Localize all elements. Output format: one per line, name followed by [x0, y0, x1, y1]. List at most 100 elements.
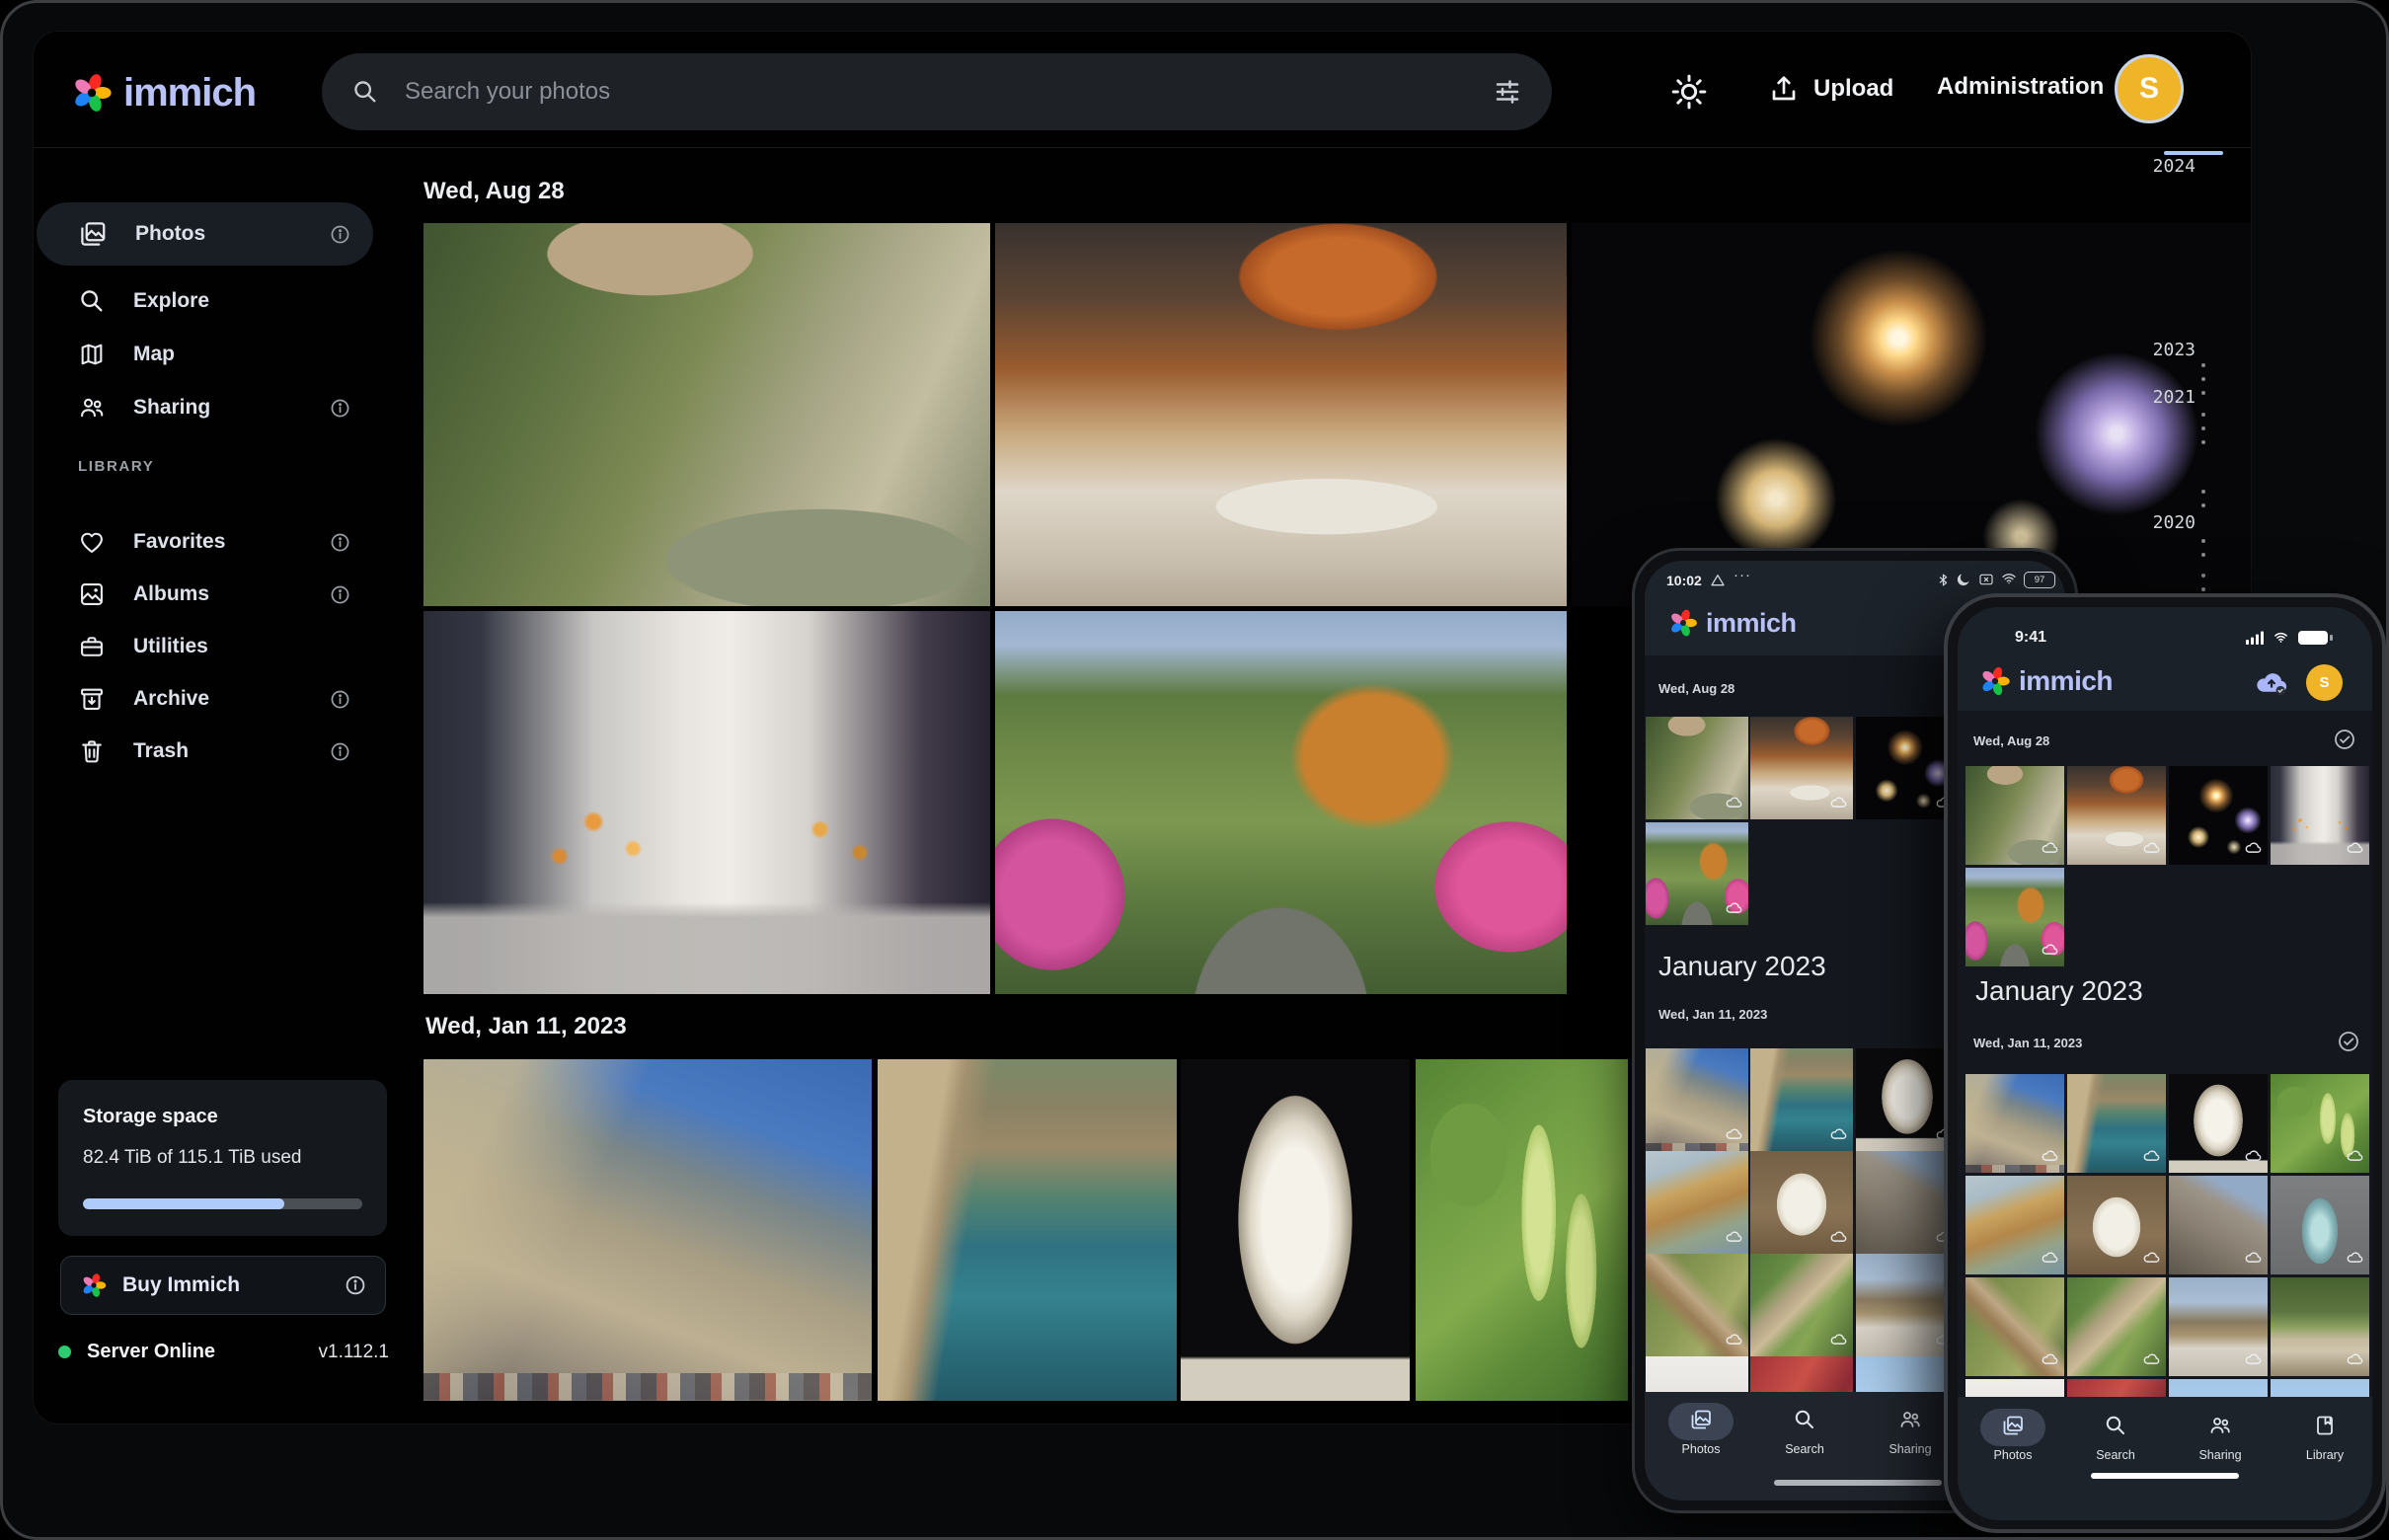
thumb-fortress[interactable]: [1965, 1074, 2064, 1173]
theme-sun-icon[interactable]: [1669, 72, 1709, 112]
thumb-lizard[interactable]: [1965, 1277, 2064, 1376]
thumb-ruin-wall[interactable]: [2169, 1176, 2268, 1274]
timeline-year[interactable]: 2020: [2134, 512, 2196, 533]
photo-marble-bust[interactable]: [1181, 1059, 1410, 1401]
nav-tab-sharing[interactable]: Sharing: [1868, 1408, 1953, 1456]
nav-tab-search[interactable]: Search: [2073, 1414, 2158, 1462]
sidebar-item-photos[interactable]: Photos: [37, 202, 373, 266]
thumb-autumn-path[interactable]: [1646, 822, 1748, 925]
thumb-coastal-town[interactable]: [1750, 1048, 1853, 1151]
thumb-lizard[interactable]: [1750, 1254, 1853, 1356]
sidebar-item-utilities[interactable]: Utilities: [37, 620, 373, 673]
thumb-lizard[interactable]: [1646, 1254, 1748, 1356]
timeline-tick: [2201, 574, 2205, 578]
archive-icon: [78, 685, 106, 713]
sidebar-item-archive[interactable]: Archive: [37, 672, 373, 726]
thumb-coastal-town[interactable]: [2067, 1074, 2166, 1173]
sidebar-item-label: Albums: [133, 582, 329, 606]
sidebar-item-explore[interactable]: Explore: [37, 274, 373, 328]
info-icon[interactable]: [344, 1273, 367, 1297]
photo-fortress-walls[interactable]: [424, 1059, 872, 1401]
user-avatar[interactable]: S: [2115, 54, 2184, 123]
wifi-icon: [2000, 571, 2018, 586]
info-icon[interactable]: [329, 740, 351, 763]
storage-card: Storage space 82.4 TiB of 115.1 TiB used: [58, 1080, 387, 1236]
thumb-ornament[interactable]: [2271, 1176, 2369, 1274]
photo-zoo-monkeys[interactable]: [424, 223, 990, 606]
photo-dinner-table[interactable]: [995, 223, 1567, 606]
home-indicator[interactable]: [1774, 1480, 1942, 1486]
phone1-date-header: Wed, Aug 28: [1658, 681, 1734, 696]
nav-tab-sharing[interactable]: Sharing: [2178, 1414, 2263, 1462]
timeline-scrubber-thumb[interactable]: [2164, 151, 2223, 155]
nav-tab-photos[interactable]: Photos: [1658, 1408, 1743, 1456]
sidebar-item-favorites[interactable]: Favorites: [37, 515, 373, 569]
sidebar-item-label: Explore: [133, 289, 351, 313]
photo-green-berries[interactable]: [1416, 1059, 1628, 1401]
sidebar-item-albums[interactable]: Albums: [37, 568, 373, 621]
sidebar-item-trash[interactable]: Trash: [37, 725, 373, 778]
user-avatar[interactable]: S: [2306, 664, 2343, 701]
info-icon[interactable]: [329, 583, 351, 606]
storage-title: Storage space: [83, 1106, 218, 1128]
sidebar-item-map[interactable]: Map: [37, 328, 373, 381]
thumb-dinner-table[interactable]: [1750, 717, 1853, 819]
thumb-fireworks[interactable]: [2169, 766, 2268, 865]
thumb-marble-bust[interactable]: [2169, 1074, 2268, 1173]
thumb-marble-sculpture[interactable]: [1750, 1151, 1853, 1254]
select-check-icon[interactable]: [2333, 728, 2356, 756]
photo-coastal-town[interactable]: [878, 1059, 1177, 1401]
buy-immich-button[interactable]: Buy Immich: [60, 1256, 386, 1315]
cloud-icon: [2245, 1352, 2262, 1370]
photo-holding-hands[interactable]: [424, 611, 990, 994]
cloud-icon: [2143, 1352, 2160, 1370]
timeline-year[interactable]: 2024: [2134, 156, 2196, 177]
info-icon[interactable]: [329, 223, 351, 246]
search-input[interactable]: Search your photos: [322, 53, 1552, 130]
photo-autumn-path[interactable]: [995, 611, 1567, 994]
cloud-icon: [1830, 1230, 1847, 1248]
thumb-lizard[interactable]: [2067, 1277, 2166, 1376]
info-icon[interactable]: [329, 688, 351, 711]
thumb-autumn-path[interactable]: [1965, 868, 2064, 966]
thumb-zoo-monkeys[interactable]: [1965, 766, 2064, 865]
thumb-zoo-monkeys[interactable]: [1646, 717, 1748, 819]
app-logo[interactable]: immich: [68, 69, 256, 116]
thumb-beach-cliff[interactable]: [1646, 1151, 1748, 1254]
thumb-green-berries[interactable]: [2271, 1074, 2369, 1173]
photos-icon: [2001, 1414, 2025, 1437]
thumb-dinner-table[interactable]: [2067, 766, 2166, 865]
thumb-chalet[interactable]: [2271, 1277, 2369, 1376]
home-indicator[interactable]: [2091, 1473, 2239, 1479]
wifi-icon: [2272, 630, 2290, 645]
timeline-year[interactable]: 2023: [2134, 340, 2196, 360]
nav-tab-library[interactable]: Library: [2282, 1414, 2367, 1462]
thumb-marble-sculpture[interactable]: [2067, 1176, 2166, 1274]
cloud-icon: [2347, 1352, 2363, 1370]
cloud-icon: [2245, 1251, 2262, 1269]
thumb-church-tower[interactable]: [2169, 1277, 2268, 1376]
administration-button[interactable]: Administration: [1937, 73, 2104, 101]
sidebar-item-sharing[interactable]: Sharing: [37, 381, 373, 434]
filter-sliders-icon[interactable]: [1493, 77, 1522, 107]
nav-tab-photos[interactable]: Photos: [1970, 1414, 2055, 1462]
cloud-icon: [1726, 1230, 1742, 1248]
people-icon: [2208, 1414, 2232, 1437]
cloud-sync-icon[interactable]: [2255, 668, 2288, 696]
photos-icon: [78, 219, 108, 249]
storage-progress-fill: [83, 1198, 284, 1209]
thumb-fortress[interactable]: [1646, 1048, 1748, 1151]
cloud-icon: [2347, 1149, 2363, 1167]
sim-card-icon: [1977, 572, 1995, 587]
phone1-status-time: 10:02: [1666, 573, 1702, 588]
thumb-beach-cliff[interactable]: [1965, 1176, 2064, 1274]
nav-tab-search[interactable]: Search: [1762, 1408, 1847, 1456]
thumb-holding-hands[interactable]: [2271, 766, 2369, 865]
storage-usage: 82.4 TiB of 115.1 TiB used: [83, 1147, 301, 1169]
signal-bars-icon: [2246, 631, 2266, 645]
info-icon[interactable]: [329, 531, 351, 554]
info-icon[interactable]: [329, 397, 351, 420]
upload-button[interactable]: Upload: [1768, 73, 1893, 105]
select-check-icon[interactable]: [2337, 1030, 2360, 1058]
timeline-year[interactable]: 2021: [2134, 387, 2196, 408]
